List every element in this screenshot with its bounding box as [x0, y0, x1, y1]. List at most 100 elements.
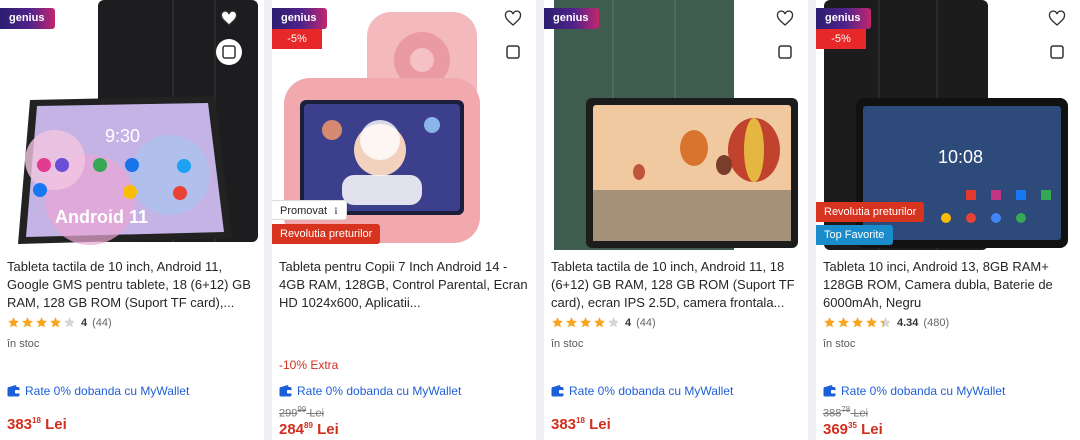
favorite-button[interactable] — [216, 6, 242, 32]
heart-icon — [1048, 10, 1066, 26]
wallet-icon — [551, 385, 564, 397]
rating-score: 4 — [81, 316, 88, 329]
product-image[interactable]: genius — [544, 0, 808, 250]
star-icon — [8, 317, 19, 328]
star-icon — [552, 317, 563, 328]
product-grid: 9:30 Android 11 genius Tableta tactila d… — [0, 0, 1080, 440]
revolutia-preturilor-badge: Revolutia preturilor — [816, 202, 925, 222]
price-int: 383 — [7, 416, 33, 433]
wallet-icon — [823, 385, 836, 397]
star-icon — [824, 317, 835, 328]
wallet-icon — [279, 385, 292, 397]
star-icon — [838, 317, 849, 328]
mywallet-offer[interactable]: Rate 0% dobanda cu MyWallet — [551, 384, 733, 398]
top-favorite-badge: Top Favorite — [816, 225, 893, 245]
wallet-text: Rate 0% dobanda cu MyWallet — [841, 384, 1006, 398]
compare-button[interactable] — [1044, 39, 1070, 65]
price-dec: 35 — [848, 421, 857, 430]
product-title[interactable]: Tableta tactila de 10 inch, Android 11, … — [7, 258, 256, 312]
product-price: 38318 Lei — [7, 416, 67, 433]
rating-stars — [823, 316, 892, 329]
rating-score: 4.34 — [897, 316, 919, 329]
promoted-label[interactable]: Promovat ℹ — [272, 200, 347, 220]
product-image[interactable]: 9:30 Android 11 genius — [0, 0, 264, 250]
favorite-button[interactable] — [500, 6, 526, 32]
price-dec: 18 — [32, 416, 41, 425]
star-icon — [880, 317, 891, 328]
price-dec: 18 — [576, 416, 585, 425]
compare-button[interactable] — [772, 39, 798, 65]
checkbox-icon — [778, 45, 792, 59]
product-card[interactable]: 10:08 genius -5% Revolutia preturilor To… — [816, 0, 1080, 440]
rating-stars — [7, 316, 76, 329]
price-currency: Lei — [589, 416, 611, 433]
wallet-text: Rate 0% dobanda cu MyWallet — [25, 384, 190, 398]
heart-icon — [220, 10, 238, 26]
product-info: Tableta tactila de 10 inch, Android 11, … — [7, 258, 256, 312]
mywallet-offer[interactable]: Rate 0% dobanda cu MyWallet — [7, 384, 189, 398]
price-currency: Lei — [317, 421, 339, 438]
rating-score: 4 — [625, 316, 632, 329]
star-icon — [50, 317, 61, 328]
product-price: 36935 Lei — [823, 421, 883, 438]
wallet-icon — [7, 385, 20, 397]
compare-button[interactable] — [216, 39, 242, 65]
stock-status: în stoc — [7, 338, 40, 350]
discount-badge: -5% — [816, 29, 866, 49]
star-icon — [866, 317, 877, 328]
price-int: 369 — [823, 421, 849, 438]
stock-status: în stoc — [823, 338, 856, 350]
product-rating[interactable]: 4.34 (480) — [823, 316, 949, 329]
product-info: Tableta pentru Copii 7 Inch Android 14 -… — [279, 258, 528, 312]
rating-stars — [551, 316, 620, 329]
compare-button[interactable] — [500, 39, 526, 65]
genius-badge: genius — [272, 8, 328, 29]
star-icon — [22, 317, 33, 328]
product-rating[interactable]: 4 (44) — [551, 316, 656, 329]
revolutia-preturilor-badge: Revolutia preturilor — [272, 224, 381, 244]
product-card[interactable]: genius Tableta tactila de 10 inch, Andro… — [544, 0, 808, 440]
price-int: 284 — [279, 421, 305, 438]
rating-count: (44) — [92, 316, 112, 329]
product-info: Tableta tactila de 10 inch, Android 11, … — [551, 258, 800, 312]
star-icon — [852, 317, 863, 328]
discount-badge: -5% — [272, 29, 322, 49]
product-image[interactable]: 10:08 genius -5% Revolutia preturilor To… — [816, 0, 1080, 250]
star-icon — [36, 317, 47, 328]
star-icon — [608, 317, 619, 328]
stock-status: în stoc — [551, 338, 584, 350]
tablet-image: 9:30 Android 11 — [18, 0, 258, 245]
star-icon — [580, 317, 591, 328]
genius-badge: genius — [544, 8, 600, 29]
product-rating[interactable]: 4 (44) — [7, 316, 112, 329]
price-currency: Lei — [861, 421, 883, 438]
price-int: 383 — [551, 416, 577, 433]
product-card[interactable]: genius -5% Promovat ℹ Revolutia preturil… — [272, 0, 536, 440]
star-icon — [566, 317, 577, 328]
product-card[interactable]: 9:30 Android 11 genius Tableta tactila d… — [0, 0, 264, 440]
checkbox-icon — [506, 45, 520, 59]
product-info: Tableta 10 inci, Android 13, 8GB RAM+ 12… — [823, 258, 1072, 312]
product-title[interactable]: Tableta tactila de 10 inch, Android 11, … — [551, 258, 800, 312]
checkbox-icon — [1050, 45, 1064, 59]
product-price: 38318 Lei — [551, 416, 611, 433]
old-price: 29999 Lei — [279, 405, 325, 420]
product-image[interactable]: genius -5% Promovat ℹ Revolutia preturil… — [272, 0, 536, 250]
heart-icon — [776, 10, 794, 26]
rating-count: (44) — [636, 316, 656, 329]
star-icon — [594, 317, 605, 328]
genius-badge: genius — [0, 8, 56, 29]
favorite-button[interactable] — [772, 6, 798, 32]
heart-icon — [504, 10, 522, 26]
mywallet-offer[interactable]: Rate 0% dobanda cu MyWallet — [823, 384, 1005, 398]
genius-badge: genius — [816, 8, 872, 29]
price-dec: 89 — [304, 421, 313, 430]
screen-clock: 10:08 — [938, 147, 983, 167]
favorite-button[interactable] — [1044, 6, 1070, 32]
rating-count: (480) — [923, 316, 950, 329]
product-title[interactable]: Tableta 10 inci, Android 13, 8GB RAM+ 12… — [823, 258, 1072, 312]
extra-discount: -10% Extra — [279, 358, 339, 372]
mywallet-offer[interactable]: Rate 0% dobanda cu MyWallet — [279, 384, 461, 398]
product-title[interactable]: Tableta pentru Copii 7 Inch Android 14 -… — [279, 258, 528, 312]
old-price: 38878 Lei — [823, 405, 869, 420]
